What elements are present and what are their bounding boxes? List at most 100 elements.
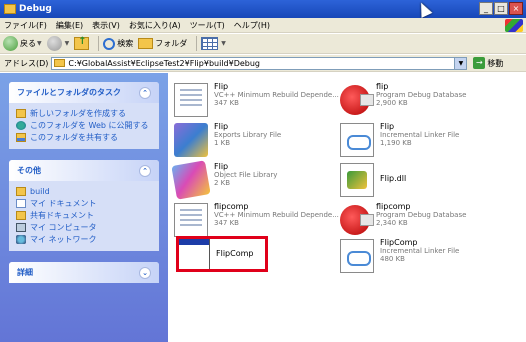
menu-favorites[interactable]: お気に入り(A) — [129, 20, 181, 31]
chevron-down-icon: ▼ — [64, 40, 70, 47]
title-bar[interactable]: Debug _ □ × — [0, 0, 526, 18]
folder-icon — [54, 59, 66, 67]
minimize-button[interactable]: _ — [479, 2, 493, 15]
file-size: 2,900 KB — [376, 99, 408, 107]
file-item[interactable]: Flip.dll — [340, 163, 505, 197]
file-name: flip — [376, 82, 389, 91]
debug-db-icon — [340, 85, 374, 115]
file-item[interactable]: flipcomp VC++ Minimum Rebuild Depende...… — [174, 203, 339, 237]
file-type: Incremental Linker File — [380, 247, 460, 255]
file-size: 1,190 KB — [380, 139, 412, 147]
highlight-box — [176, 236, 268, 272]
place-label: マイ ドキュメント — [30, 198, 97, 208]
file-list: Flip VC++ Minimum Rebuild Depende... 347… — [168, 73, 526, 342]
place-label: マイ ネットワーク — [30, 234, 97, 244]
new-folder-icon — [16, 108, 26, 118]
panel-header[interactable]: その他 ⌃ — [9, 160, 159, 181]
file-size: 2 KB — [214, 179, 231, 187]
file-name: Flip — [380, 122, 395, 131]
file-info: flip Program Debug Database 2,900 KB — [376, 82, 467, 108]
file-item[interactable]: Flip VC++ Minimum Rebuild Depende... 347… — [174, 83, 339, 117]
menu-edit[interactable]: 編集(E) — [56, 20, 83, 31]
place-build[interactable]: build — [16, 185, 152, 197]
address-path: C:¥GlobalAssist¥EclipseTest2¥Flip¥build¥… — [68, 58, 261, 68]
task-share-folder[interactable]: このフォルダを共有する — [16, 131, 152, 143]
views-icon — [201, 37, 219, 50]
up-folder-button[interactable] — [74, 36, 90, 50]
search-button[interactable]: 検索 — [103, 37, 133, 50]
file-info: Flip Object File Library 2 KB — [214, 163, 278, 188]
address-dropdown-button[interactable]: ▼ — [454, 57, 467, 69]
file-info: Flip VC++ Minimum Rebuild Depende... 347… — [214, 83, 339, 108]
chevron-up-icon[interactable]: ⌃ — [139, 86, 151, 99]
file-folder-tasks-panel: ファイルとフォルダのタスク ⌃ 新しいフォルダを作成する このフォルダを Web… — [9, 82, 159, 149]
file-type: Program Debug Database — [376, 211, 467, 219]
folder-icon — [16, 186, 26, 196]
file-item[interactable]: FlipComp Incremental Linker File 480 KB — [340, 239, 505, 273]
go-button[interactable]: → 移動 — [473, 57, 503, 69]
task-new-folder[interactable]: 新しいフォルダを作成する — [16, 107, 152, 119]
menu-view[interactable]: 表示(V) — [92, 20, 120, 31]
place-my-network[interactable]: マイ ネットワーク — [16, 233, 152, 245]
place-label: build — [30, 186, 50, 196]
task-publish-web[interactable]: このフォルダを Web に公開する — [16, 119, 152, 131]
shared-folder-icon — [16, 210, 26, 220]
address-bar: アドレス(D) C:¥GlobalAssist¥EclipseTest2¥Fli… — [0, 55, 526, 72]
menu-help[interactable]: ヘルプ(H) — [234, 20, 270, 31]
file-item[interactable]: Flip Exports Library File 1 KB — [174, 123, 339, 157]
file-size: 480 KB — [380, 255, 405, 263]
windows-logo-icon — [505, 19, 523, 32]
panel-body: 新しいフォルダを作成する このフォルダを Web に公開する このフォルダを共有… — [9, 103, 159, 149]
window-title: Debug — [19, 4, 52, 14]
address-label: アドレス(D) — [4, 58, 49, 68]
file-item[interactable]: Flip Object File Library 2 KB — [171, 160, 339, 200]
task-label: このフォルダを Web に公開する — [30, 120, 149, 130]
back-button[interactable]: 戻る ▼ — [3, 36, 42, 51]
forward-button[interactable]: ▼ — [46, 36, 70, 51]
place-shared-documents[interactable]: 共有ドキュメント — [16, 209, 152, 221]
file-item[interactable]: Flip Incremental Linker File 1,190 KB — [340, 123, 505, 157]
place-label: マイ コンピュータ — [30, 222, 97, 232]
computer-icon — [16, 222, 26, 232]
panel-header[interactable]: 詳細 ⌄ — [9, 262, 159, 283]
chevron-down-icon: ▼ — [221, 40, 226, 47]
views-button[interactable]: ▼ — [201, 37, 226, 50]
file-item[interactable]: flip Program Debug Database 2,900 KB — [340, 83, 505, 115]
panel-header[interactable]: ファイルとフォルダのタスク ⌃ — [9, 82, 159, 103]
go-arrow-icon: → — [473, 57, 486, 69]
window-buttons: _ □ × — [479, 2, 523, 15]
panel-title: ファイルとフォルダのタスク — [17, 88, 121, 97]
folders-icon — [138, 38, 154, 49]
place-label: 共有ドキュメント — [30, 210, 94, 220]
file-info: flipcomp Program Debug Database 2,340 KB — [376, 203, 467, 228]
file-type: Object File Library — [214, 171, 278, 179]
doc-icon — [174, 83, 208, 117]
chevron-down-icon[interactable]: ⌄ — [139, 266, 151, 279]
place-my-documents[interactable]: マイ ドキュメント — [16, 197, 152, 209]
file-size: 347 KB — [214, 219, 239, 227]
library-icon — [174, 123, 208, 157]
back-label: 戻る — [20, 39, 36, 48]
linker-icon — [340, 123, 374, 157]
back-arrow-icon — [3, 36, 18, 51]
menu-tools[interactable]: ツール(T) — [190, 20, 225, 31]
chevron-up-icon[interactable]: ⌃ — [139, 164, 151, 177]
address-input[interactable]: C:¥GlobalAssist¥EclipseTest2¥Flip¥build¥… — [51, 56, 468, 70]
my-documents-icon — [16, 198, 26, 208]
menu-file[interactable]: ファイル(F) — [4, 20, 47, 31]
folders-button[interactable]: フォルダ — [138, 38, 187, 49]
maximize-button[interactable]: □ — [494, 2, 508, 15]
folder-up-icon — [74, 36, 90, 50]
menu-bar: ファイル(F) 編集(E) 表示(V) お気に入り(A) ツール(T) ヘルプ(… — [0, 18, 526, 33]
file-type: VC++ Minimum Rebuild Depende... — [214, 211, 339, 219]
toolbar: 戻る ▼ ▼ 検索 フォルダ ▼ — [0, 34, 526, 54]
folders-label: フォルダ — [155, 39, 188, 48]
close-button[interactable]: × — [509, 2, 523, 15]
place-my-computer[interactable]: マイ コンピュータ — [16, 221, 152, 233]
go-label: 移動 — [487, 58, 504, 68]
file-item[interactable]: flipcomp Program Debug Database 2,340 KB — [340, 203, 505, 235]
file-type: Program Debug Database — [376, 91, 467, 99]
web-publish-icon — [16, 120, 26, 130]
panel-title: その他 — [17, 166, 41, 175]
file-size: 347 KB — [214, 99, 239, 107]
